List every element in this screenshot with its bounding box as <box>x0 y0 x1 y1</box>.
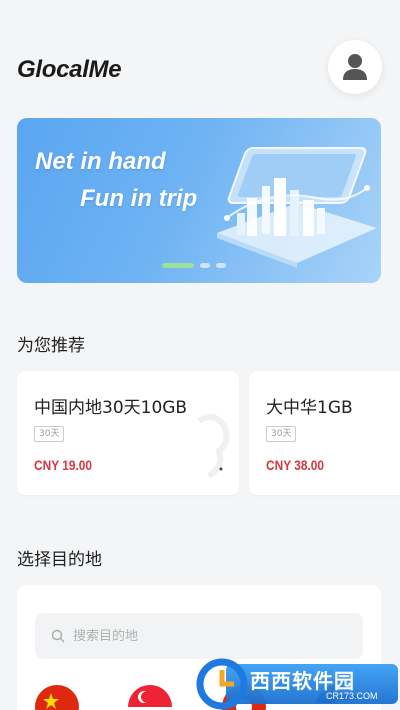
banner-dot[interactable] <box>216 263 226 268</box>
recommend-card[interactable]: 大中华1GB 30天 CNY 38.00 <box>249 371 400 495</box>
watermark-brand: 西西软件园 <box>250 669 355 693</box>
flag-singapore-icon[interactable] <box>128 685 172 710</box>
card-duration-badge: 30天 <box>266 426 297 442</box>
card-price: CNY 19.00 <box>34 457 92 473</box>
flag-china-icon[interactable] <box>35 685 79 710</box>
watermark-url: CR173.COM <box>326 691 378 701</box>
destination-title: 选择目的地 <box>17 550 102 570</box>
banner-dot-active[interactable] <box>162 263 194 268</box>
recommend-card[interactable]: 中国内地30天10GB 30天 CNY 19.00 <box>17 371 239 495</box>
card-price: CNY 38.00 <box>266 457 324 473</box>
card-plan-name: 中国内地30天10GB <box>34 398 188 418</box>
crescent-icon <box>138 691 152 703</box>
search-icon <box>51 629 65 643</box>
map-decoration <box>197 414 230 479</box>
city-phone-illustration <box>217 147 377 268</box>
user-icon <box>343 54 367 80</box>
header: GlocalMe <box>0 0 400 110</box>
search-input[interactable] <box>73 628 333 644</box>
star-icon <box>43 693 59 709</box>
banner-dot[interactable] <box>200 263 210 268</box>
watermark: 西西软件园 CR173.COM <box>196 658 400 710</box>
avatar-button[interactable] <box>328 40 382 94</box>
banner-line1: Net in hand <box>35 148 166 175</box>
promo-banner[interactable]: Net in hand Fun in trip <box>17 118 381 283</box>
recommend-title: 为您推荐 <box>17 336 85 356</box>
banner-pagination[interactable] <box>162 263 226 268</box>
banner-line2: Fun in trip <box>80 185 198 212</box>
destination-search[interactable] <box>35 613 363 659</box>
app-title: GlocalMe <box>17 56 122 83</box>
card-duration-badge: 30天 <box>34 426 65 442</box>
card-plan-name: 大中华1GB <box>266 398 353 418</box>
